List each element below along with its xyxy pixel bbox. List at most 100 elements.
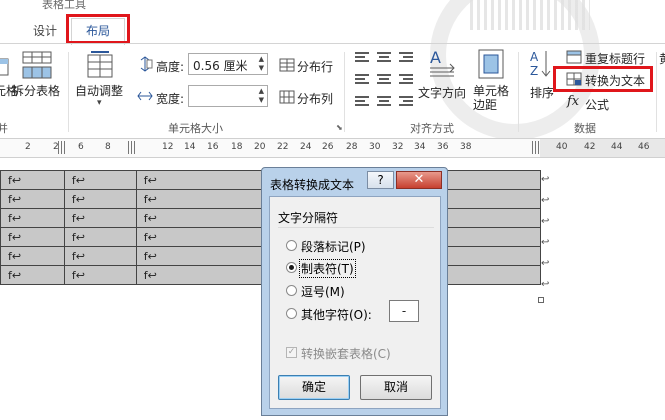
table-cell[interactable]: f↩	[63, 208, 137, 228]
ruler-number: 38	[460, 142, 472, 152]
row-height-icon	[137, 56, 153, 75]
height-spinner[interactable]: 0.56 厘米 ▲ ▼	[188, 53, 268, 75]
distribute-cols-button[interactable]: 分布列	[297, 90, 333, 107]
option-paragraph-label: 段落标记(P)	[301, 240, 366, 254]
ruler-number: 36	[437, 142, 449, 152]
ruler-number: 8	[105, 142, 111, 152]
table-cell[interactable]: f↩	[0, 246, 65, 266]
radio-tab[interactable]	[286, 262, 297, 273]
sort-icon: A Z	[530, 50, 551, 78]
width-label: 宽度:	[156, 92, 185, 106]
width-spinner[interactable]: ▲ ▼	[188, 85, 268, 107]
ruler-number: 12	[162, 142, 174, 152]
table-cell[interactable]: f↩	[0, 208, 65, 228]
radio-selected-dot	[289, 265, 294, 270]
horizontal-ruler[interactable]: 2 2 6 8 12 14 16 18 20 22 24 26 28 30 32 34 36 38 40 42 44 46	[0, 138, 665, 158]
alignment-grid[interactable]	[354, 50, 416, 117]
distribute-cols-icon	[279, 90, 295, 107]
width-spin-arrows-icon[interactable]: ▲ ▼	[259, 87, 264, 105]
table-resize-handle[interactable]	[538, 297, 544, 303]
ruler-number: 42	[584, 142, 596, 152]
table-cell[interactable]: f↩	[63, 265, 137, 285]
tab-design[interactable]: 设计	[33, 20, 57, 42]
ruler-number: 40	[556, 142, 568, 152]
height-spin-arrows-icon[interactable]: ▲ ▼	[259, 55, 264, 73]
row-end-mark: ↩	[541, 237, 550, 248]
cell-margins-icon	[478, 49, 504, 79]
context-tab-title: 表格工具	[42, 0, 86, 11]
cancel-button[interactable]: 取消	[360, 375, 432, 400]
ribbon: 表格工具 设计 布局 元格 并 拆分表格 自动调整 ▾ 高度: 0.56 厘米 …	[0, 0, 665, 138]
ruler-number: 24	[300, 142, 312, 152]
ruler-number: 34	[414, 142, 426, 152]
table-cell[interactable]: f↩	[0, 189, 65, 209]
close-button[interactable]: ✕	[396, 171, 442, 189]
repeat-header-button[interactable]: 重复标题行	[585, 50, 645, 67]
table-cell[interactable]: f↩	[0, 227, 65, 247]
table-cell[interactable]: f↩	[63, 170, 137, 190]
ruler-number: 16	[207, 142, 219, 152]
group-separator	[344, 52, 345, 132]
table-cell[interactable]: f↩	[63, 246, 137, 266]
ruler-number: 46	[638, 142, 650, 152]
ruler-number: 20	[254, 142, 266, 152]
text-direction-button[interactable]: A	[426, 48, 458, 83]
ribbon-overflow-label: 黄	[659, 50, 665, 67]
convert-table-dialog: 表格转换成文本 ? ✕ 文字分隔符 段落标记(P) 制表符(T) 逗号(M) 其…	[261, 167, 448, 416]
other-char-input[interactable]: -	[389, 300, 419, 322]
convert-to-text-highlight	[553, 66, 653, 92]
table-cell[interactable]: f↩	[0, 265, 65, 285]
table-cell[interactable]: f↩	[63, 189, 137, 209]
ruler-column-marker[interactable]	[58, 141, 65, 154]
row-end-mark: ↩	[541, 174, 550, 185]
cell-margins-label: 单元格边距	[473, 84, 510, 112]
ruler-column-marker[interactable]	[532, 141, 539, 154]
repeat-header-icon	[566, 50, 582, 67]
option-tab-label: 制表符(T)	[299, 259, 356, 278]
ruler-number: 6	[78, 142, 84, 152]
nested-tables-checkbox[interactable]: ✓	[286, 347, 297, 358]
formula-button[interactable]: 公式	[585, 96, 609, 113]
merge-partial-icon[interactable]	[0, 56, 10, 81]
data-group-label: 数据	[574, 122, 596, 135]
distribute-rows-button[interactable]: 分布行	[297, 58, 333, 75]
row-end-mark: ↩	[541, 258, 550, 269]
row-end-mark: ↩	[541, 216, 550, 227]
table-cell[interactable]: f↩	[63, 227, 137, 247]
option-other-label: 其他字符(O):	[301, 308, 372, 322]
distribute-rows-icon	[279, 58, 295, 75]
tab-separator	[0, 43, 665, 44]
sort-button[interactable]: A Z	[529, 48, 553, 83]
ruler-number: 30	[369, 142, 381, 152]
radio-paragraph-mark[interactable]	[286, 240, 297, 251]
autofit-button[interactable]	[86, 50, 114, 83]
ruler-number: 32	[392, 142, 404, 152]
ruler-number: 28	[346, 142, 358, 152]
ruler-number: 44	[611, 142, 623, 152]
text-direction-icon: A	[430, 48, 455, 77]
dialog-title: 表格转换成文本	[270, 178, 355, 192]
autofit-dropdown-icon[interactable]: ▾	[97, 98, 102, 108]
cell-margins-button[interactable]	[477, 48, 505, 83]
split-table-button[interactable]	[20, 50, 54, 83]
ruler-column-marker[interactable]	[128, 141, 135, 154]
table-group-label: 并	[0, 122, 8, 135]
group-separator	[518, 52, 519, 132]
autofit-icon	[87, 51, 113, 78]
cell-size-group-label: 单元格大小	[168, 122, 223, 135]
radio-comma[interactable]	[286, 285, 297, 296]
ruler-number: 22	[277, 142, 289, 152]
ok-button[interactable]: 确定	[278, 375, 350, 400]
text-direction-label: 文字方向	[418, 86, 467, 100]
group-separator	[68, 52, 69, 132]
separator-section-label: 文字分隔符	[278, 211, 339, 225]
formula-icon: fx	[567, 94, 580, 109]
ruler-number: 26	[322, 142, 334, 152]
table-cell[interactable]: f↩	[0, 170, 65, 190]
help-button[interactable]: ?	[367, 171, 394, 189]
radio-other-char[interactable]	[286, 308, 297, 319]
svg-text:A: A	[430, 48, 441, 67]
split-table-icon	[22, 51, 52, 79]
cell-size-launcher-icon[interactable]: ⬊	[336, 123, 343, 132]
row-end-mark: ↩	[541, 279, 550, 290]
